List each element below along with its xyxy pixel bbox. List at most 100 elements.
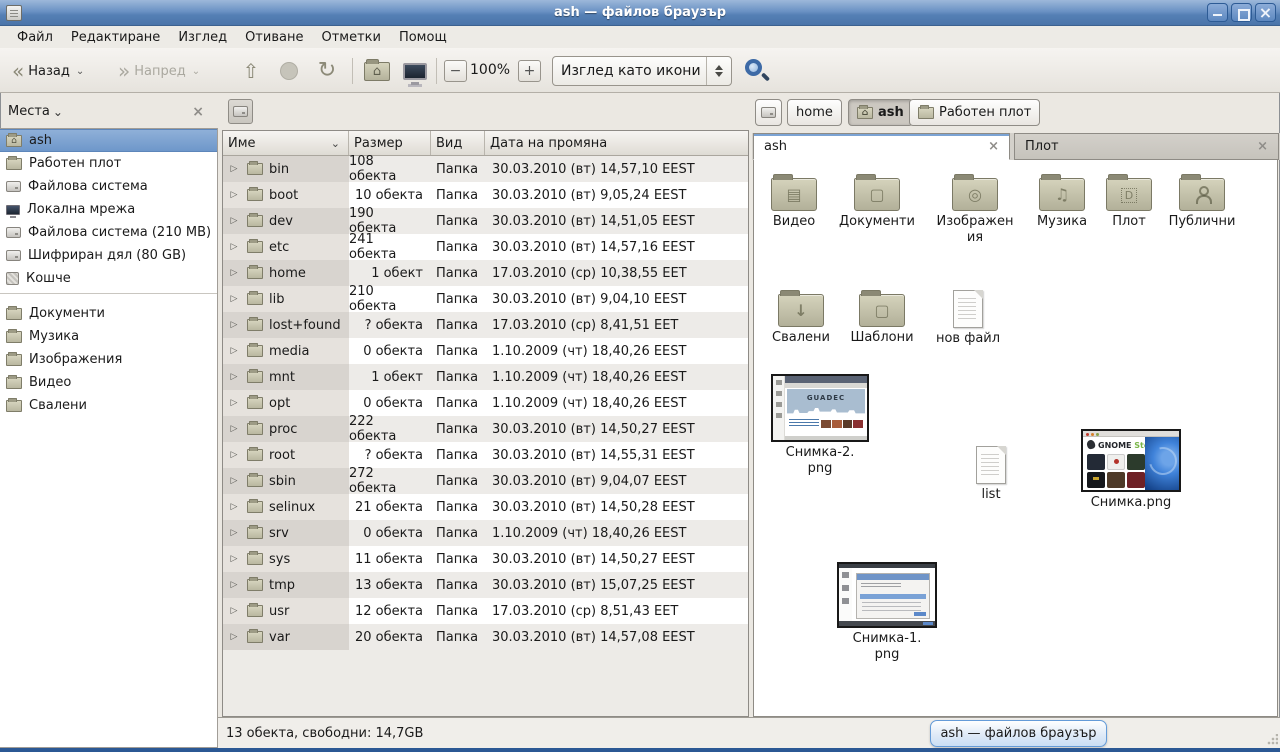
table-row[interactable]: ▷boot10 обектаПапка30.03.2010 (вт) 9,05,… (223, 182, 748, 208)
table-row[interactable]: ▷proc222 обектаПапка30.03.2010 (вт) 14,5… (223, 416, 748, 442)
table-row[interactable]: ▷dev190 обектаПапка30.03.2010 (вт) 14,51… (223, 208, 748, 234)
table-row[interactable]: ▷tmp13 обектаПапка30.03.2010 (вт) 15,07,… (223, 572, 748, 598)
folder-item[interactable]: Изображения (931, 172, 1019, 246)
stop-button[interactable] (272, 57, 306, 85)
folder-item[interactable]: Свалени (757, 288, 845, 346)
expander-icon[interactable]: ▷ (227, 528, 241, 538)
table-row[interactable]: ▷media0 обектаПапка1.10.2009 (чт) 18,40,… (223, 338, 748, 364)
column-header-size[interactable]: Размер (349, 131, 431, 155)
table-row[interactable]: ▷opt0 обектаПапка1.10.2009 (чт) 18,40,26… (223, 390, 748, 416)
expander-icon[interactable]: ▷ (227, 632, 241, 642)
sidebar-item[interactable]: Изображения (0, 348, 217, 371)
menu-item-0[interactable]: Файл (8, 28, 62, 47)
minimize-button[interactable] (1207, 3, 1228, 22)
expander-icon[interactable]: ▷ (227, 580, 241, 590)
places-label[interactable]: Места (8, 104, 50, 119)
breadcrumb-root-button[interactable] (755, 99, 782, 126)
sidebar-item[interactable]: Локална мрежа (0, 198, 217, 221)
maximize-button[interactable] (1231, 3, 1252, 22)
table-row[interactable]: ▷etc241 обектаПапка30.03.2010 (вт) 14,57… (223, 234, 748, 260)
sidebar-item[interactable]: Документи (0, 302, 217, 325)
expander-icon[interactable]: ▷ (227, 346, 241, 356)
reload-button[interactable]: ↻ (310, 57, 344, 85)
column-header-name[interactable]: Име ⌄ (223, 131, 349, 155)
table-row[interactable]: ▷bin108 обектаПапка30.03.2010 (вт) 14,57… (223, 156, 748, 182)
table-row[interactable]: ▷selinux21 обектаПапка30.03.2010 (вт) 14… (223, 494, 748, 520)
table-row[interactable]: ▷home1 обектПапка17.03.2010 (ср) 10,38,5… (223, 260, 748, 286)
view-mode-select[interactable]: Изглед като икони (552, 56, 732, 86)
expander-icon[interactable]: ▷ (227, 424, 241, 434)
tab-close-icon[interactable]: × (988, 139, 999, 154)
sidebar-item[interactable]: Видео (0, 371, 217, 394)
zoom-out-button[interactable]: − (444, 60, 467, 82)
table-row[interactable]: ▷sys11 обектаПапка30.03.2010 (вт) 14,50,… (223, 546, 748, 572)
table-row[interactable]: ▷lost+found? обектаПапка17.03.2010 (ср) … (223, 312, 748, 338)
resize-grip[interactable] (1266, 734, 1278, 746)
expander-icon[interactable]: ▷ (227, 216, 241, 226)
table-row[interactable]: ▷root? обектаПапка30.03.2010 (вт) 14,55,… (223, 442, 748, 468)
forward-button[interactable]: » Напред ⌄ (112, 55, 206, 87)
menu-item-1[interactable]: Редактиране (62, 28, 169, 47)
icon-view[interactable]: GUADEC Снимка-2. png list GNOME Store Сн… (753, 160, 1278, 717)
zoom-in-button[interactable]: + (518, 60, 541, 82)
table-row[interactable]: ▷var20 обектаПапка30.03.2010 (вт) 14,57,… (223, 624, 748, 650)
sidebar-close-icon[interactable]: × (192, 104, 204, 120)
sidebar-item[interactable]: Музика (0, 325, 217, 348)
menu-item-5[interactable]: Помощ (390, 28, 456, 47)
places-dropdown-icon[interactable]: ⌄ (53, 105, 63, 119)
expander-icon[interactable]: ▷ (227, 606, 241, 616)
column-header-date[interactable]: Дата на промяна (485, 131, 748, 155)
sidebar-item[interactable]: Свалени (0, 394, 217, 417)
taskbar-window-button[interactable]: ash — файлов браузър (930, 720, 1107, 747)
close-button[interactable] (1255, 3, 1276, 22)
back-dropdown-icon[interactable]: ⌄ (76, 66, 84, 77)
breadcrumb-desktop-button[interactable]: Работен плот (909, 99, 1040, 126)
up-button[interactable]: ⇧ (234, 57, 268, 85)
file-snimka-png[interactable]: GNOME Store Снимка.png (1076, 429, 1186, 511)
table-row[interactable]: ▷sbin272 обектаПапка30.03.2010 (вт) 9,04… (223, 468, 748, 494)
file-snimka-2-png[interactable]: GUADEC Снимка-2. png (762, 374, 878, 477)
sidebar-item[interactable]: ash (0, 129, 217, 152)
expander-icon[interactable]: ▷ (227, 164, 241, 174)
file-list[interactable]: list (946, 444, 1036, 503)
search-icon[interactable] (745, 59, 762, 76)
sidebar-item[interactable]: Работен плот (0, 152, 217, 175)
home-button[interactable] (360, 57, 394, 85)
back-button[interactable]: « Назад ⌄ (6, 55, 90, 87)
expander-icon[interactable]: ▷ (227, 268, 241, 278)
breadcrumb-ash-button[interactable]: ash (848, 99, 913, 126)
expander-icon[interactable]: ▷ (227, 476, 241, 486)
table-row[interactable]: ▷srv0 обектаПапка1.10.2009 (чт) 18,40,26… (223, 520, 748, 546)
expander-icon[interactable]: ▷ (227, 554, 241, 564)
folder-item[interactable]: Шаблони (838, 288, 926, 346)
sidebar-item[interactable]: Шифриран дял (80 GB) (0, 244, 217, 267)
expander-icon[interactable]: ▷ (227, 190, 241, 200)
computer-button[interactable] (398, 57, 432, 85)
table-row[interactable]: ▷lib210 обектаПапка30.03.2010 (вт) 9,04,… (223, 286, 748, 312)
filesystem-root-button[interactable] (228, 99, 253, 124)
sidebar-item[interactable]: Файлова система (0, 175, 217, 198)
file-item[interactable]: нов файл (924, 288, 1012, 347)
tab-close-icon[interactable]: × (1257, 139, 1268, 154)
titlebar[interactable]: ash — файлов браузър (0, 0, 1280, 26)
expander-icon[interactable]: ▷ (227, 502, 241, 512)
menu-item-4[interactable]: Отметки (312, 28, 389, 47)
folder-item[interactable]: Видео (753, 172, 838, 230)
tab-ash[interactable]: ash × (753, 133, 1010, 160)
menu-item-3[interactable]: Отиване (236, 28, 312, 47)
tab-plot[interactable]: Плот × (1014, 133, 1279, 160)
column-header-type[interactable]: Вид (431, 131, 485, 155)
expander-icon[interactable]: ▷ (227, 294, 241, 304)
menu-item-2[interactable]: Изглед (169, 28, 236, 47)
expander-icon[interactable]: ▷ (227, 450, 241, 460)
table-row[interactable]: ▷usr12 обектаПапка17.03.2010 (ср) 8,51,4… (223, 598, 748, 624)
sidebar-item[interactable]: Файлова система (210 MB) (0, 221, 217, 244)
expander-icon[interactable]: ▷ (227, 398, 241, 408)
expander-icon[interactable]: ▷ (227, 242, 241, 252)
expander-icon[interactable]: ▷ (227, 320, 241, 330)
file-snimka-1-png[interactable]: Снимка-1. png (832, 562, 942, 663)
expander-icon[interactable]: ▷ (227, 372, 241, 382)
table-row[interactable]: ▷mnt1 обектПапка1.10.2009 (чт) 18,40,26 … (223, 364, 748, 390)
breadcrumb-home-button[interactable]: home (787, 99, 842, 126)
folder-item[interactable]: Документи (833, 172, 921, 230)
